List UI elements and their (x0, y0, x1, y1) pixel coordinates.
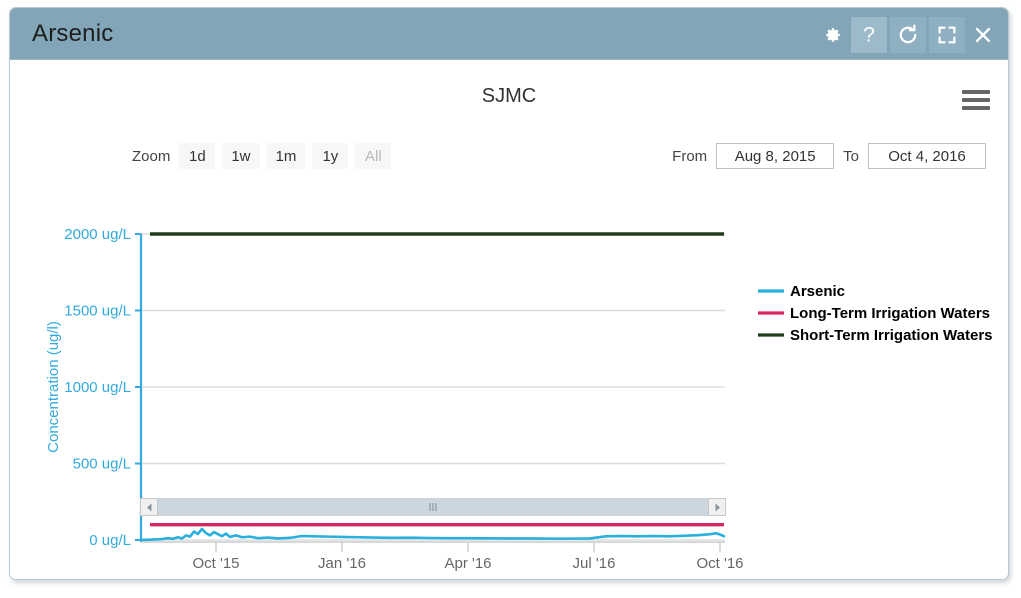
refresh-button[interactable] (890, 17, 926, 53)
y-axis-title: Concentration (ug/l) (45, 321, 62, 453)
y-tick-label: 500 ug/L (73, 456, 131, 473)
question-mark-icon: ? (858, 22, 880, 48)
chart-window: Arsenic ? SJMC Zoom 1d 1w 1m 1y All From… (9, 7, 1009, 580)
scroll-right-button[interactable] (708, 498, 726, 516)
close-button[interactable] (968, 17, 998, 53)
settings-button[interactable] (818, 17, 848, 53)
legend-label[interactable]: Short-Term Irrigation Waters (790, 327, 993, 344)
window-title: Arsenic (32, 20, 114, 47)
window-controls: ? (818, 17, 998, 53)
chart-scrollbar[interactable] (140, 498, 726, 516)
chart-legend[interactable]: Arsenic Long-Term Irrigation Waters Short-… (758, 283, 993, 344)
legend-label[interactable]: Long-Term Irrigation Waters (790, 305, 990, 322)
chevron-right-icon (715, 503, 720, 511)
x-tick-label: Oct '16 (696, 555, 743, 572)
x-tick-label: Jul '16 (573, 555, 616, 572)
series-line (139, 527, 726, 542)
y-tick-label: 1500 ug/L (64, 303, 131, 320)
screen: Arsenic ? SJMC Zoom 1d 1w 1m 1y All From… (0, 0, 1021, 598)
help-button[interactable]: ? (851, 17, 887, 53)
gridlines (141, 233, 725, 541)
window-titlebar: Arsenic ? (10, 8, 1008, 60)
chevron-left-icon (146, 503, 151, 511)
fullscreen-icon (936, 24, 958, 46)
svg-text:?: ? (863, 23, 875, 46)
scrollbar-track[interactable] (158, 498, 708, 516)
scrollbar-grip[interactable] (429, 503, 437, 511)
fullscreen-button[interactable] (929, 17, 965, 53)
y-tick-label: 2000 ug/L (64, 226, 131, 243)
close-icon (972, 24, 994, 46)
y-axis-title-text: Concentration (ug/l) (45, 321, 62, 453)
scroll-left-button[interactable] (140, 498, 158, 516)
x-tick-label: Apr '16 (444, 555, 491, 572)
y-axis-ticks: 0 ug/L 500 ug/L 1000 ug/L 1500 ug/L 2000 ug/… (64, 226, 141, 549)
y-tick-label: 0 ug/L (89, 532, 131, 549)
chart-panel: SJMC Zoom 1d 1w 1m 1y All From Aug 8, 20… (10, 60, 1008, 579)
legend-label[interactable]: Arsenic (790, 283, 845, 300)
x-tick-label: Jan '16 (318, 555, 366, 572)
gear-icon (824, 26, 842, 44)
x-tick-label: Oct '15 (192, 555, 239, 572)
x-axis-ticks: Oct '15 Jan '16 Apr '16 Jul '16 Oct '16 (141, 541, 744, 572)
refresh-icon (896, 23, 920, 47)
y-tick-label: 1000 ug/L (64, 379, 131, 396)
